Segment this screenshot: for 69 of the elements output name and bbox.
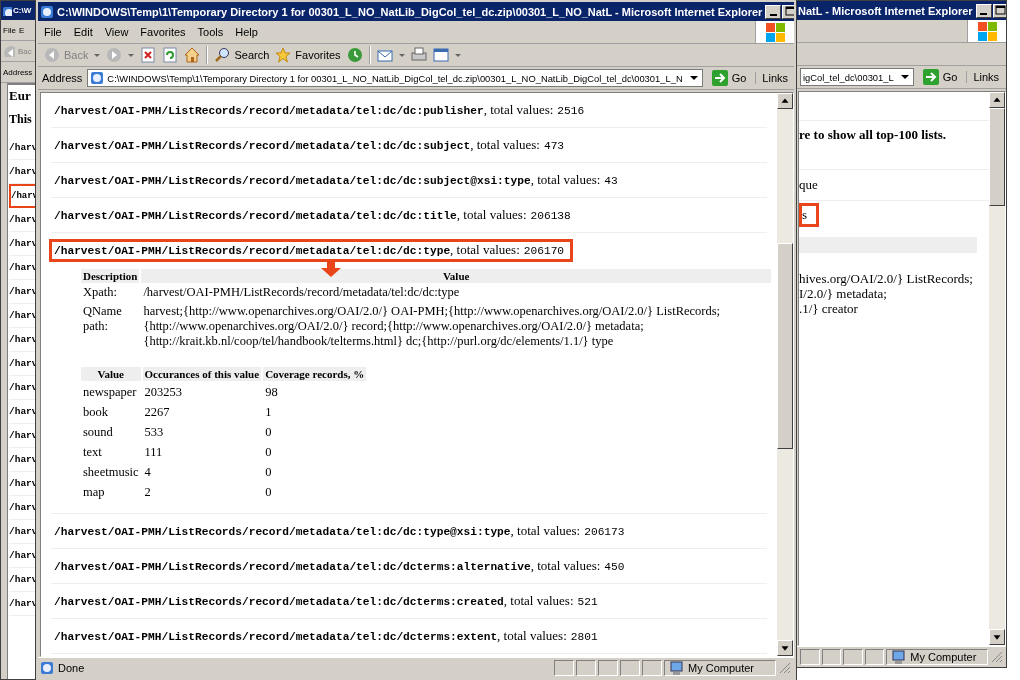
menu-item[interactable]: View <box>104 26 129 38</box>
page-heading: Eur <box>9 87 32 105</box>
table-cell-text: 533 <box>143 424 165 441</box>
table-cell-text: sound <box>82 424 114 441</box>
address-text: igCol_tel_dc\00301_L <box>803 71 894 83</box>
table-cell-text: book <box>82 404 109 421</box>
address-field[interactable]: igCol_tel_dc\00301_L <box>800 68 914 86</box>
table-cell-text: map <box>82 484 106 501</box>
table-cell-text: QName path: <box>82 304 123 335</box>
search-button[interactable]: Search <box>214 47 270 63</box>
menu-item[interactable]: File <box>3 25 16 35</box>
address-label: Address <box>42 72 83 84</box>
links-button[interactable]: Links <box>755 72 789 84</box>
window-title: C:\W <box>13 6 32 15</box>
table-cell-text: 2 <box>143 484 152 501</box>
address-field[interactable]: C:\WINDOWS\Temp\1\Temporary Directory 1 for 00301_L_NO_NatLib_DigCol_tel_dc.zip\00301_L_NO_NatLib_DigCol_tel_dc\00301_L_N <box>87 69 703 87</box>
column-header: Value <box>81 367 141 381</box>
table-cell-text: 2267 <box>143 404 171 421</box>
links-button[interactable]: Links <box>966 71 1000 83</box>
column-header: Value <box>141 269 771 283</box>
table-cell-text: Xpath: <box>82 285 119 301</box>
table-cell-text: newspaper <box>82 384 138 401</box>
qname-path-text: I/2.0/} metadata; <box>799 286 888 301</box>
table-cell-text: harvest;{http://www.openarchives.org/OAI/2.0/} OAI-PMH;{http://www.openarchives.org/OAI/2.0/} ListRecords;{http://www.openarchives.org/OAI/2.0/} record;{http://www.openarchives.org/OAI/2.0/} metadata;{http://krait.kb.nl/coop/tel/handbook/telterms.html} dc;{http://purl.org/dc/elements/1.1/} type <box>142 304 722 350</box>
address-text: C:\WINDOWS\Temp\1\Temporary Directory 1 for 00301_L_NO_NatLib_DigCol_tel_dc.zip\00301_L_NO_NatLib_DigCol_tel_dc\00301_L_N <box>107 72 683 84</box>
column-header: Occurances of this value <box>142 367 262 381</box>
record-summary[interactable]: /harvest/OAI-PMH/ListRecords/record/metadata/tel:dc/dcterms:extent, total values: 2801 <box>49 625 603 648</box>
column-header: Description <box>81 269 140 283</box>
status-text: Done <box>58 662 85 674</box>
address-label: Address <box>3 67 33 77</box>
column-header: Coverage records, % <box>263 367 367 381</box>
menu-item[interactable]: E <box>18 25 25 35</box>
record-summary[interactable]: /harvest/OAI-PMH/ListRecords/record/metadata/tel:dc/dc:subject, total values: 473 <box>49 134 570 157</box>
window-title: C:\WINDOWS\Temp\1\Temporary Directory 1 for 00301_L_NO_NatLib_DigCol_tel_dc.zip\00301_L_NO_NatL - Microsoft Internet Explorer <box>57 5 763 18</box>
table-cell-text: 203253 <box>143 384 184 401</box>
qname-path-text: .1/} creator <box>799 301 859 316</box>
table-cell-text: 0 <box>264 464 273 481</box>
go-button[interactable]: Go <box>707 70 751 86</box>
record-summary[interactable]: /harvest/OAI-PMH/ListRecords/record/metadata/tel:dc/dc:type, total values: 206170 <box>49 239 574 262</box>
table-cell-text: 98 <box>264 384 279 401</box>
menu-item[interactable]: Help <box>235 26 258 38</box>
table-cell-text: 0 <box>264 424 273 441</box>
table-cell-text: 0 <box>264 444 273 461</box>
table-cell-text: /harvest/OAI-PMH/ListRecords/record/metadata/tel:dc/dc:type <box>142 285 461 301</box>
record-summary[interactable]: /harvest/OAI-PMH/ListRecords/record/metadata/tel:dc/dc:publisher, total values: 2516 <box>49 99 590 122</box>
record-summary[interactable]: /harvest/OAI-PMH/ListRecords/record/metadata/tel:dc/dc:type@xsi:type, total values: 206173 <box>49 520 630 543</box>
menu-item[interactable]: Tools <box>197 26 224 38</box>
qname-path-text: hives.org/OAI/2.0/} ListRecords; <box>799 271 974 286</box>
table-cell-text: 0 <box>264 484 273 501</box>
record-summary[interactable]: /harvest/OAI-PMH/ListRecords/record/metadata/tel:dc/dcterms:alternative, total values: 450 <box>49 555 630 578</box>
record-summary[interactable]: /harvest/OAI-PMH/ListRecords/record/metadata/tel:dc/dcterms:created, total values: 521 <box>49 590 603 613</box>
record-text: que <box>799 177 818 193</box>
go-button[interactable]: Go <box>918 69 962 85</box>
menu-item[interactable]: Edit <box>73 26 93 38</box>
record-text: s <box>802 207 808 223</box>
zone-label: My Computer <box>688 662 755 674</box>
table-cell-text: 111 <box>143 444 164 461</box>
menu-item[interactable]: File <box>44 26 62 38</box>
table-cell-text: sheetmusic <box>82 464 140 481</box>
table-cell-text: text <box>82 444 103 461</box>
table-cell-text: 4 <box>143 464 152 481</box>
favorites-button[interactable]: Favorites <box>275 47 341 63</box>
table-cell-text: 1 <box>264 404 273 421</box>
menu-item[interactable]: Favorites <box>140 26 186 38</box>
record-summary[interactable]: /harvest/OAI-PMH/ListRecords/record/metadata/tel:dc/dc:title, total values: 206138 <box>49 204 576 227</box>
intro-text: This <box>9 112 33 128</box>
window-title: NatL - Microsoft Internet Explorer <box>798 4 973 17</box>
record-summary[interactable]: /harvest/OAI-PMH/ListRecords/record/metadata/tel:dc/dc:subject@xsi:type, total values: 43 <box>49 169 623 192</box>
zone-label: My Computer <box>910 651 977 663</box>
